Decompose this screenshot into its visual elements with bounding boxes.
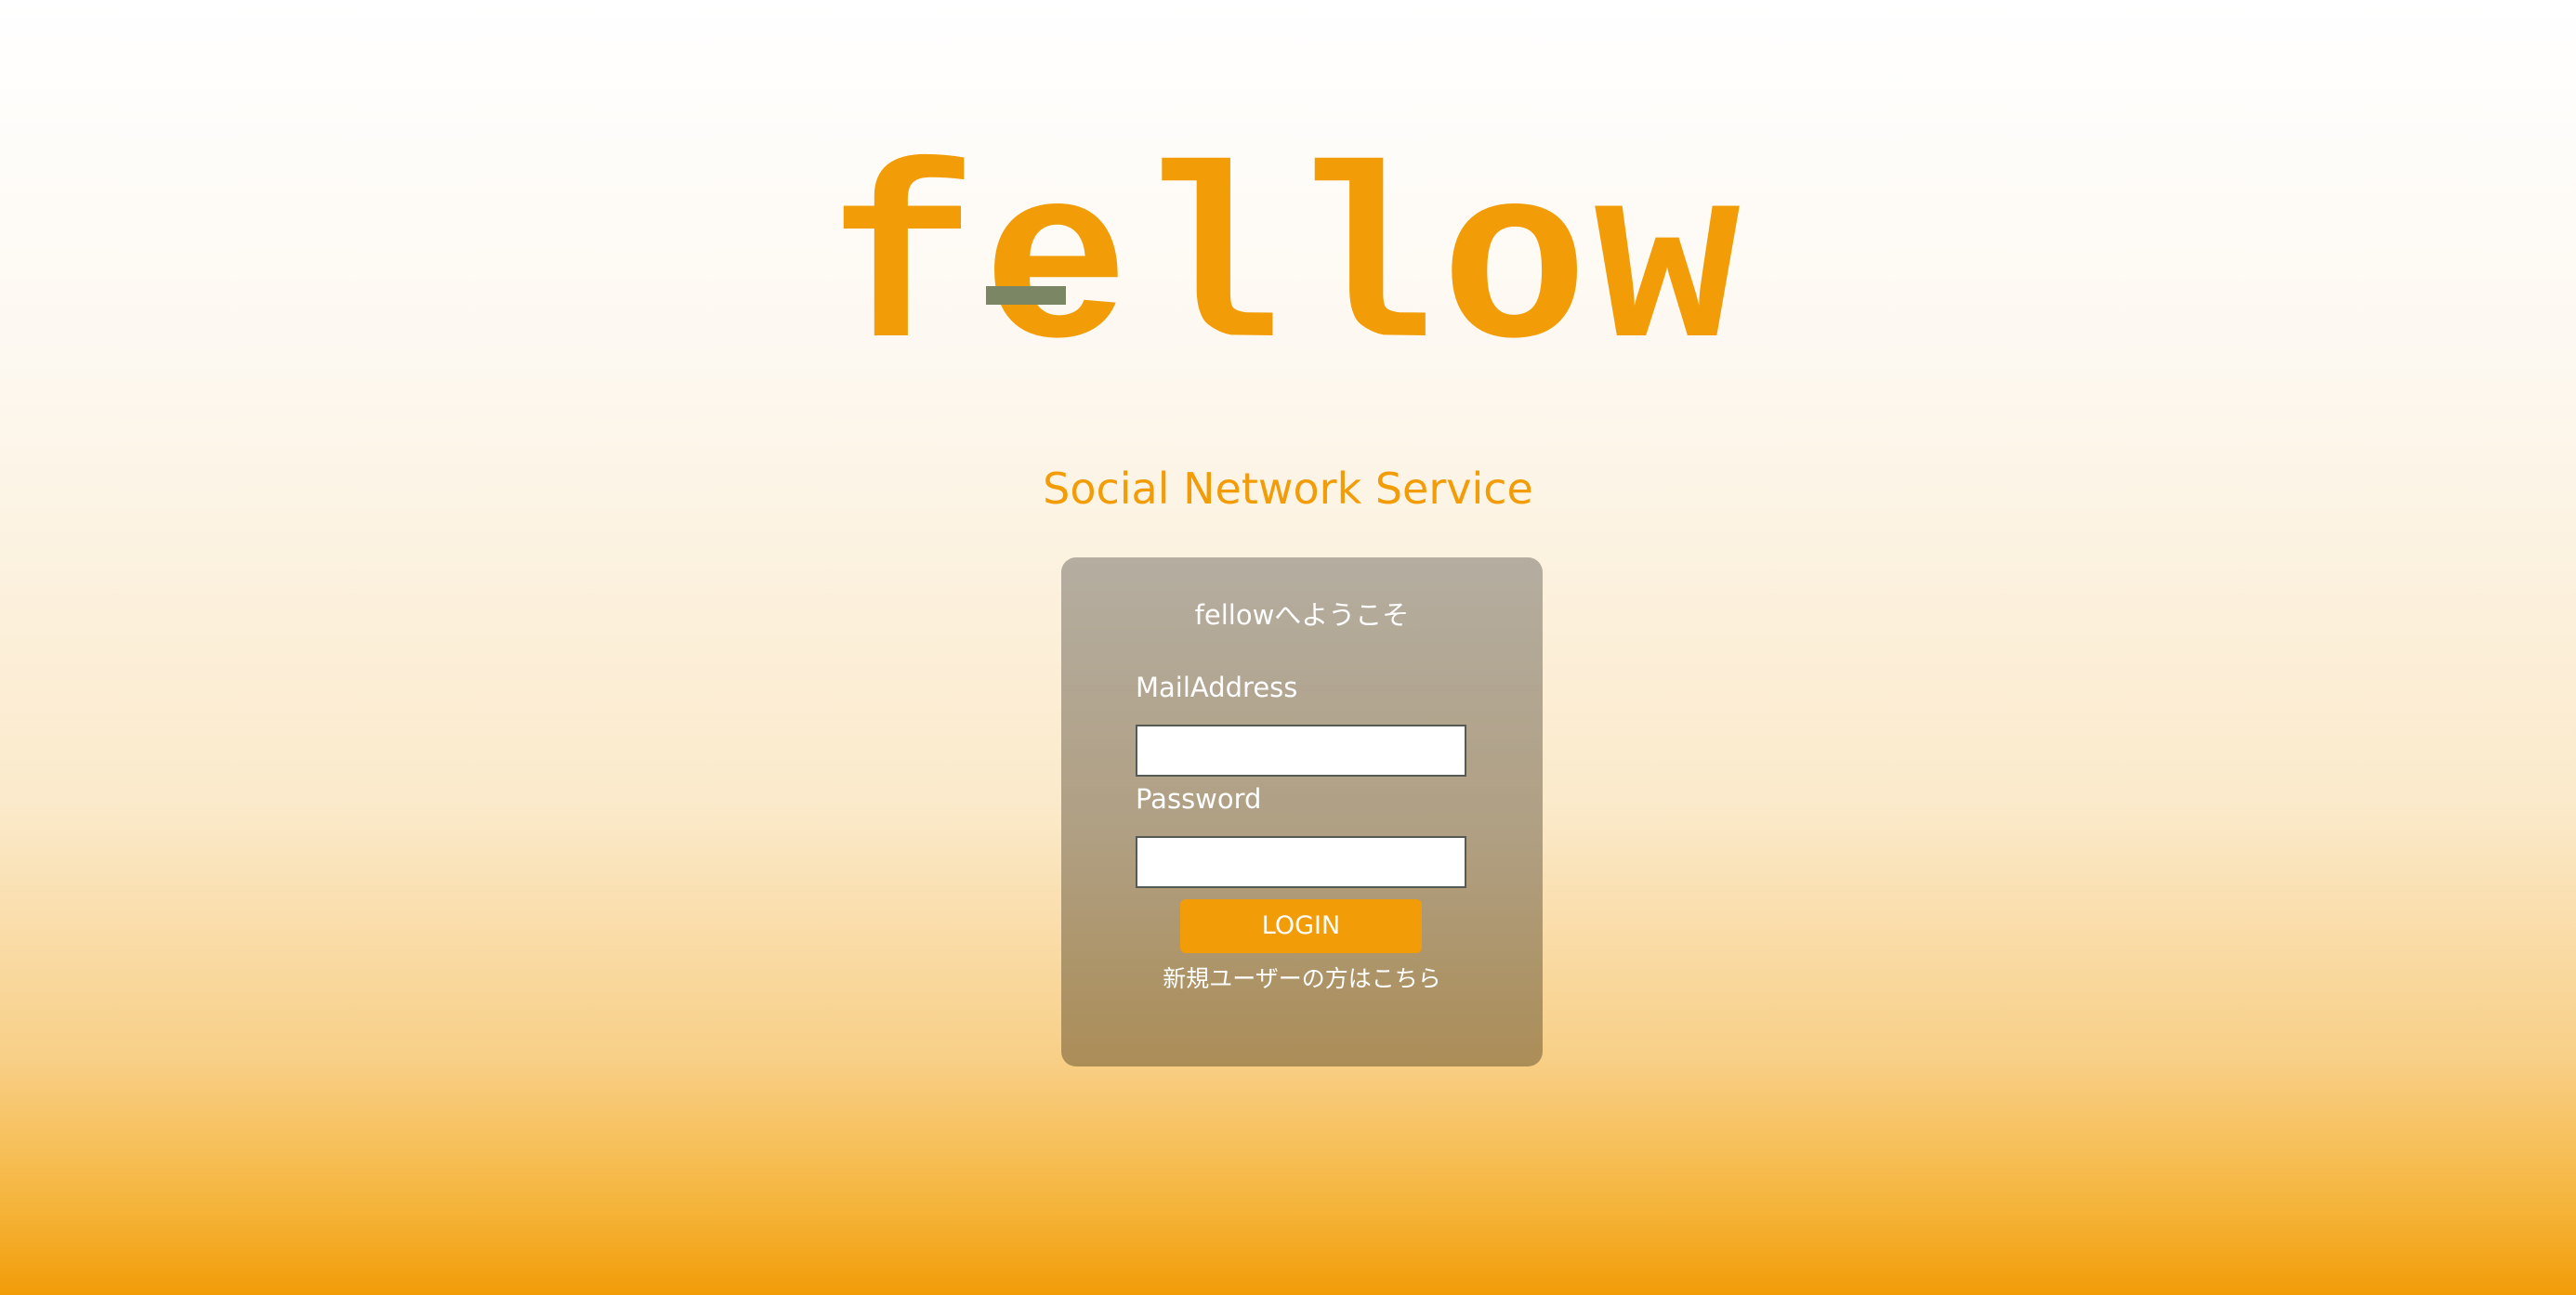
logo-text: fellow	[829, 132, 1747, 410]
logo-wordmark: fellow	[830, 149, 1747, 394]
password-label: Password	[1136, 783, 1262, 815]
password-input[interactable]	[1136, 836, 1466, 888]
tagline: Social Network Service	[1043, 464, 1533, 514]
logo: fellow	[0, 149, 2576, 394]
mail-address-label: MailAddress	[1136, 672, 1298, 703]
welcome-heading: fellowへようこそ	[1194, 599, 1410, 631]
login-card: fellowへようこそ MailAddress Password LOGIN 新…	[1061, 557, 1543, 1066]
login-button[interactable]: LOGIN	[1180, 899, 1422, 953]
mail-address-input[interactable]	[1136, 725, 1466, 777]
logo-accent-bar	[985, 286, 1066, 305]
signup-link[interactable]: 新規ユーザーの方はこちら	[1061, 962, 1543, 996]
